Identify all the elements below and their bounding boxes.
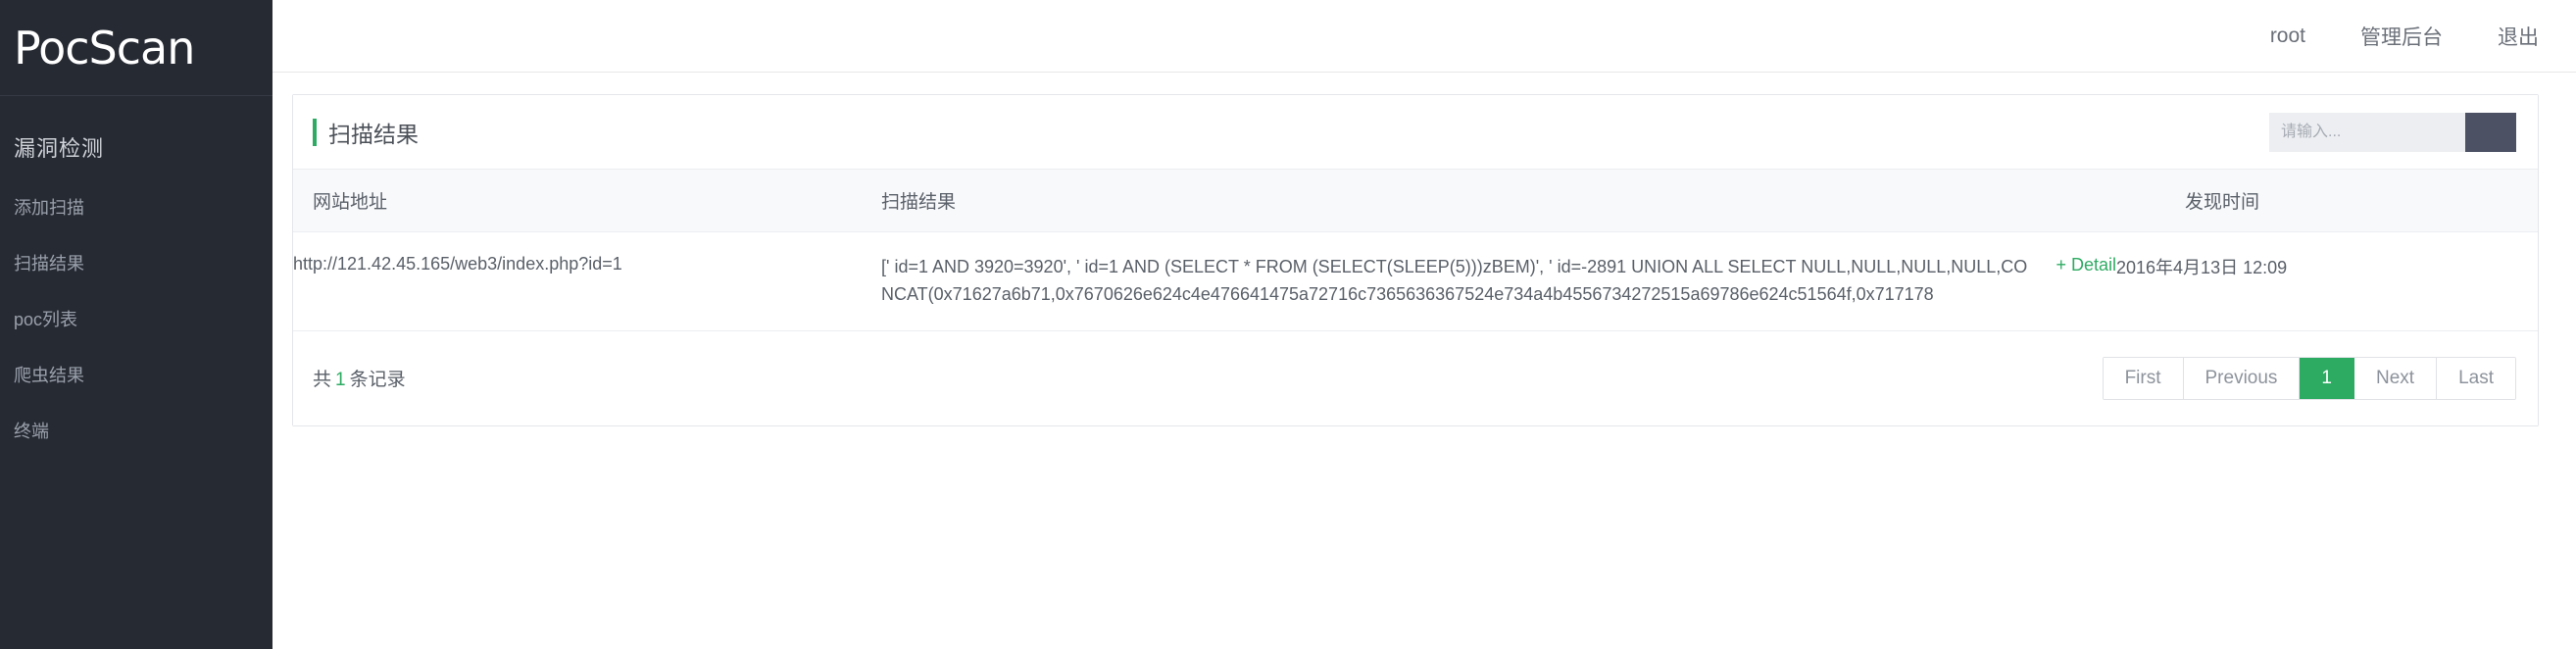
sidebar-item-add-scan[interactable]: 添加扫描 [0, 192, 272, 224]
record-count-value: 1 [335, 370, 346, 391]
sidebar-item-poc-list[interactable]: poc列表 [0, 304, 272, 335]
cell-result: [' id=1 AND 3920=3920', ' id=1 AND (SELE… [881, 231, 2116, 331]
content-area: 扫描结果 网站地址 扫描结果 发现时间 [272, 73, 2576, 426]
pagination: First Previous 1 Next Last [2102, 356, 2516, 400]
record-count-prefix: 共 [313, 370, 332, 391]
sidebar-nav: 漏洞检测 添加扫描 扫描结果 poc列表 爬虫结果 终端 [0, 96, 272, 447]
detail-expand-link[interactable]: + Detail [2056, 254, 2116, 275]
table-row: http://121.42.45.165/web3/index.php?id=1… [293, 231, 2538, 331]
pagination-next[interactable]: Next [2354, 357, 2438, 399]
sidebar-section-title: 漏洞检测 [14, 136, 105, 161]
table-header: 网站地址 扫描结果 发现时间 [293, 170, 2538, 232]
sidebar-item-crawler-results[interactable]: 爬虫结果 [0, 360, 272, 391]
column-header-url: 网站地址 [293, 170, 881, 232]
sidebar: PocScan 漏洞检测 添加扫描 扫描结果 poc列表 爬虫结果 终端 [0, 0, 272, 649]
scan-results-panel: 扫描结果 网站地址 扫描结果 发现时间 [292, 94, 2539, 426]
column-header-result: 扫描结果 [881, 170, 2116, 232]
sidebar-item-scan-results[interactable]: 扫描结果 [0, 248, 272, 279]
topbar: root 管理后台 退出 [272, 0, 2576, 73]
brand-logo[interactable]: PocScan [0, 0, 272, 96]
brand-text: PocScan [14, 21, 195, 75]
scan-results-table: 网站地址 扫描结果 发现时间 http://121.42.45.165/web3… [293, 170, 2538, 331]
result-flex: [' id=1 AND 3920=3920', ' id=1 AND (SELE… [881, 254, 2116, 309]
search-button[interactable] [2465, 112, 2516, 152]
table-body: http://121.42.45.165/web3/index.php?id=1… [293, 231, 2538, 331]
panel-title-wrap: 扫描结果 [313, 116, 419, 149]
search-box [2269, 112, 2516, 152]
record-count-suffix: 条记录 [349, 370, 406, 391]
pagination-first[interactable]: First [2103, 357, 2184, 399]
search-input[interactable] [2269, 112, 2465, 152]
table-header-row: 网站地址 扫描结果 发现时间 [293, 170, 2538, 232]
pagination-last[interactable]: Last [2437, 357, 2515, 399]
topbar-admin-console[interactable]: 管理后台 [2360, 22, 2443, 51]
topbar-logout[interactable]: 退出 [2498, 22, 2539, 51]
pagination-page-1[interactable]: 1 [2300, 357, 2354, 399]
pagination-previous[interactable]: Previous [2183, 357, 2301, 399]
title-accent-bar [313, 118, 317, 146]
cell-time: 2016年4月13日 12:09 [2116, 231, 2538, 331]
result-text: [' id=1 AND 3920=3920', ' id=1 AND (SELE… [881, 257, 2028, 304]
cell-url: http://121.42.45.165/web3/index.php?id=1 [293, 231, 881, 331]
column-header-time: 发现时间 [2116, 170, 2538, 232]
record-count: 共 1 条记录 [313, 365, 406, 391]
sidebar-item-terminal[interactable]: 终端 [0, 416, 272, 447]
page-title: 扫描结果 [328, 121, 419, 147]
panel-footer: 共 1 条记录 First Previous 1 Next Last [293, 330, 2538, 425]
panel-header: 扫描结果 [293, 95, 2538, 170]
app-root: PocScan 漏洞检测 添加扫描 扫描结果 poc列表 爬虫结果 终端 roo… [0, 0, 2576, 649]
main-area: root 管理后台 退出 扫描结果 请输入... 网站地址 扫描结果 发现时间 … [272, 0, 2576, 649]
topbar-username[interactable]: root [2270, 25, 2305, 48]
